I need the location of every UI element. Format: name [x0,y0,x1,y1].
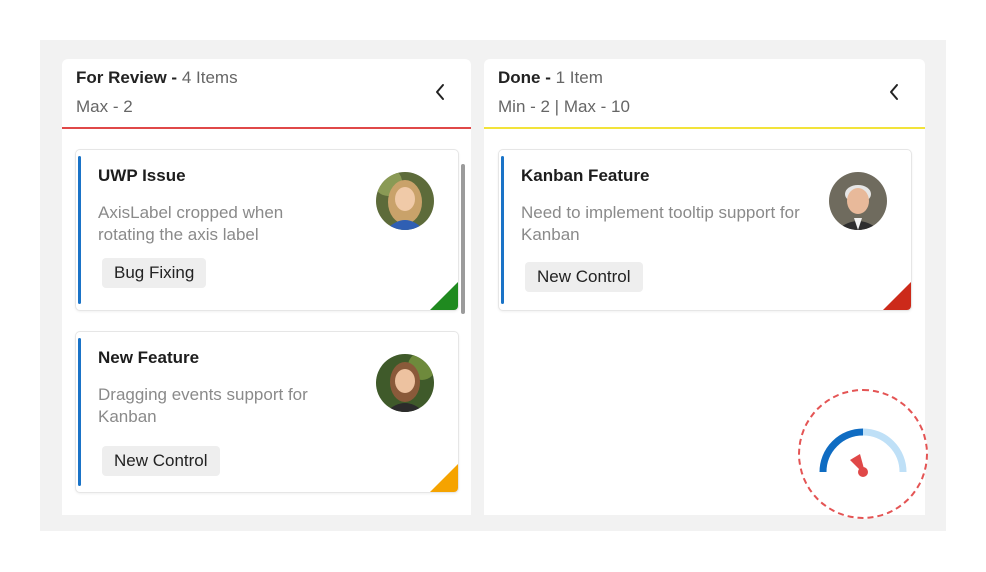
column-title-line: Done - 1 Item [498,68,603,88]
card-description: Need to implement tooltip support for Ka… [521,203,800,244]
card-title: UWP Issue [98,166,186,185]
avatar [829,172,887,230]
card-title: Kanban Feature [521,166,650,185]
column-limit: Min - 2 | Max - 10 [498,97,630,116]
card-description: AxisLabel cropped when rotating the axis… [98,203,284,244]
column-divider [484,127,925,129]
chevron-left-icon [436,84,444,100]
collapse-column-button[interactable] [429,81,451,103]
avatar [376,172,434,230]
column-divider [62,127,471,129]
priority-indicator [430,464,458,492]
collapse-column-button[interactable] [883,81,905,103]
performance-badge [798,389,928,519]
card-title: New Feature [98,348,200,367]
column-limit: Max - 2 [76,97,133,116]
column-for-review: For Review - 4 Items Max - 2 UWP Issue A… [62,59,471,515]
card-tag[interactable]: New Control [102,446,220,476]
column-header: For Review - 4 Items Max - 2 [62,59,471,129]
kanban-card[interactable]: Kanban Feature Need to implement tooltip… [498,149,912,311]
priority-indicator [430,282,458,310]
priority-indicator [883,282,911,310]
kanban-card[interactable]: UWP Issue AxisLabel cropped when rotatin… [75,149,459,311]
chevron-left-icon [890,84,898,100]
card-description: Dragging events support for Kanban [98,385,308,426]
card-tag[interactable]: Bug Fixing [102,258,207,288]
column-title: Done - [498,68,551,87]
column-title-line: For Review - 4 Items [76,68,238,88]
speedometer-icon [819,428,907,477]
column-scrollbar[interactable] [461,164,465,314]
column-title: For Review - [76,68,178,87]
avatar [376,354,434,412]
column-item-count: 4 Items [181,68,238,87]
card-tag[interactable]: New Control [525,262,643,292]
column-item-count: 1 Item [555,68,603,87]
card-accent-bar [78,156,81,304]
kanban-card[interactable]: New Feature Dragging events support for … [75,331,459,493]
column-header: Done - 1 Item Min - 2 | Max - 10 [484,59,925,129]
card-accent-bar [501,156,504,304]
card-accent-bar [78,338,81,486]
